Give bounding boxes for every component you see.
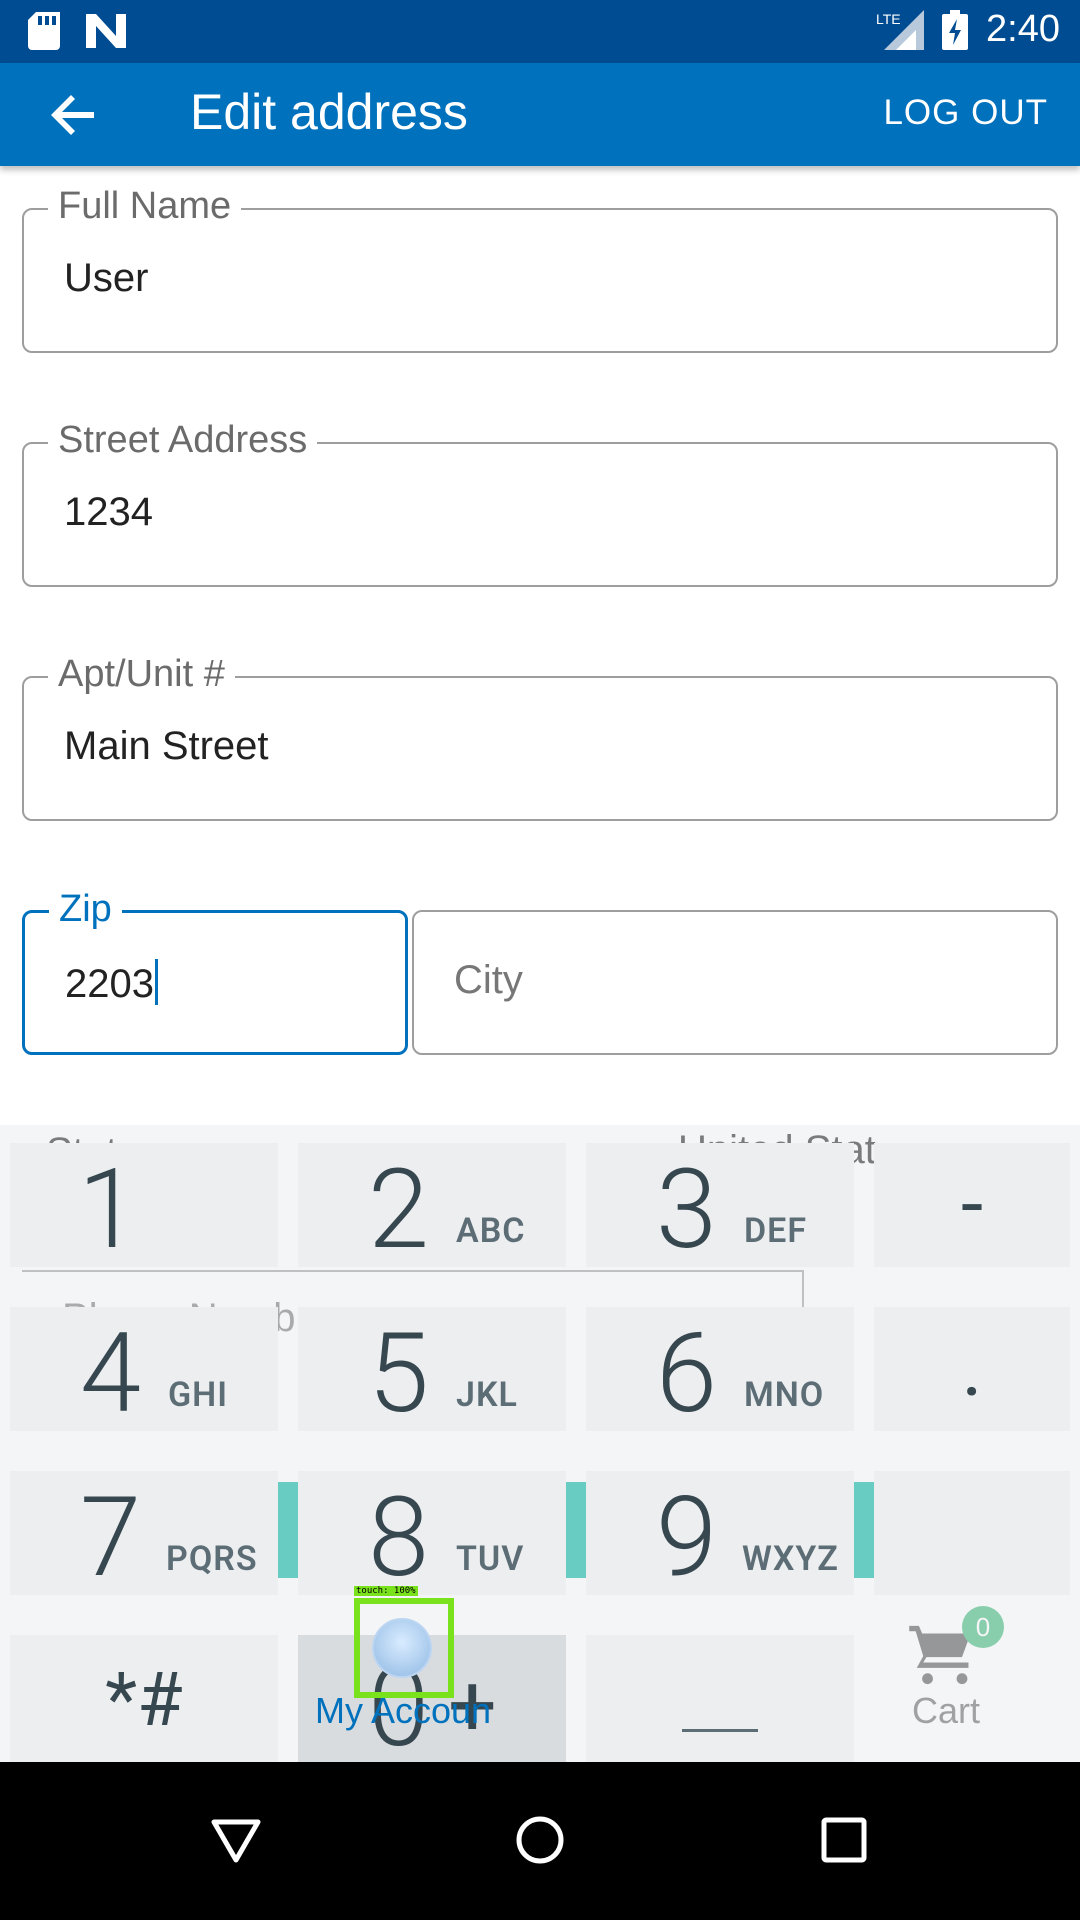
- street-address-label: Street Address: [48, 419, 318, 462]
- numeric-keyboard: 1 2 ABC 3 DEF - 4 GHI 5 JKL 6 MNO . 7 PQ…: [0, 1125, 1080, 1772]
- touch-indicator: [354, 1598, 454, 1698]
- app-bar: Edit address LOG OUT: [0, 63, 1080, 166]
- key-7[interactable]: 7 PQRS: [10, 1471, 278, 1602]
- battery-icon: [942, 9, 969, 50]
- full-name-label: Full Name: [48, 185, 242, 228]
- key-2[interactable]: 2 ABC: [298, 1143, 566, 1274]
- text-cursor: [154, 959, 158, 1005]
- key-4[interactable]: 4 GHI: [10, 1307, 278, 1438]
- signal-icon: LTE: [876, 9, 925, 50]
- key-5[interactable]: 5 JKL: [298, 1307, 566, 1438]
- full-name-field[interactable]: Full Name User: [22, 185, 1058, 353]
- key-6[interactable]: 6 MNO: [586, 1307, 854, 1438]
- recents-square-icon[interactable]: [818, 1814, 870, 1866]
- apt-unit-field[interactable]: Apt/Unit # Main Street: [22, 653, 1058, 821]
- zip-label: Zip: [49, 888, 122, 931]
- key-8[interactable]: 8 TUV: [298, 1471, 566, 1602]
- full-name-value: User: [64, 256, 149, 300]
- key-space[interactable]: [586, 1635, 854, 1762]
- space-bar-icon: [682, 1729, 758, 1732]
- sd-card-icon: [28, 12, 60, 50]
- key-3[interactable]: 3 DEF: [586, 1143, 854, 1274]
- apt-unit-value: Main Street: [64, 724, 269, 768]
- page-title: Edit address: [190, 84, 468, 140]
- city-placeholder: City: [454, 958, 523, 1002]
- key-minus[interactable]: -: [874, 1143, 1070, 1267]
- apt-unit-label: Apt/Unit #: [48, 653, 235, 696]
- street-address-value: 1234: [64, 490, 153, 534]
- home-circle-icon[interactable]: [514, 1814, 566, 1866]
- system-navigation-bar: [0, 1762, 1080, 1920]
- zip-field[interactable]: Zip 2203: [22, 888, 408, 1055]
- back-triangle-icon[interactable]: [210, 1814, 262, 1866]
- network-type: LTE: [876, 11, 901, 27]
- city-field[interactable]: City: [412, 910, 1058, 1055]
- arrow-back-icon[interactable]: [46, 87, 102, 143]
- n-logo-icon: [86, 14, 126, 48]
- key-1[interactable]: 1: [10, 1143, 278, 1274]
- key-9[interactable]: 9 WXYZ: [586, 1471, 854, 1602]
- key-blank: [874, 1471, 1070, 1595]
- logout-button[interactable]: LOG OUT: [883, 93, 1048, 133]
- street-address-field[interactable]: Street Address 1234: [22, 419, 1058, 587]
- touch-indicator-label: touch: 100%: [354, 1586, 418, 1596]
- key-star-hash[interactable]: *#: [10, 1635, 278, 1762]
- status-bar: LTE 2:40: [0, 0, 1080, 63]
- clock: 2:40: [986, 8, 1060, 50]
- zip-value: 2203: [65, 962, 154, 1006]
- key-period[interactable]: .: [874, 1307, 1070, 1431]
